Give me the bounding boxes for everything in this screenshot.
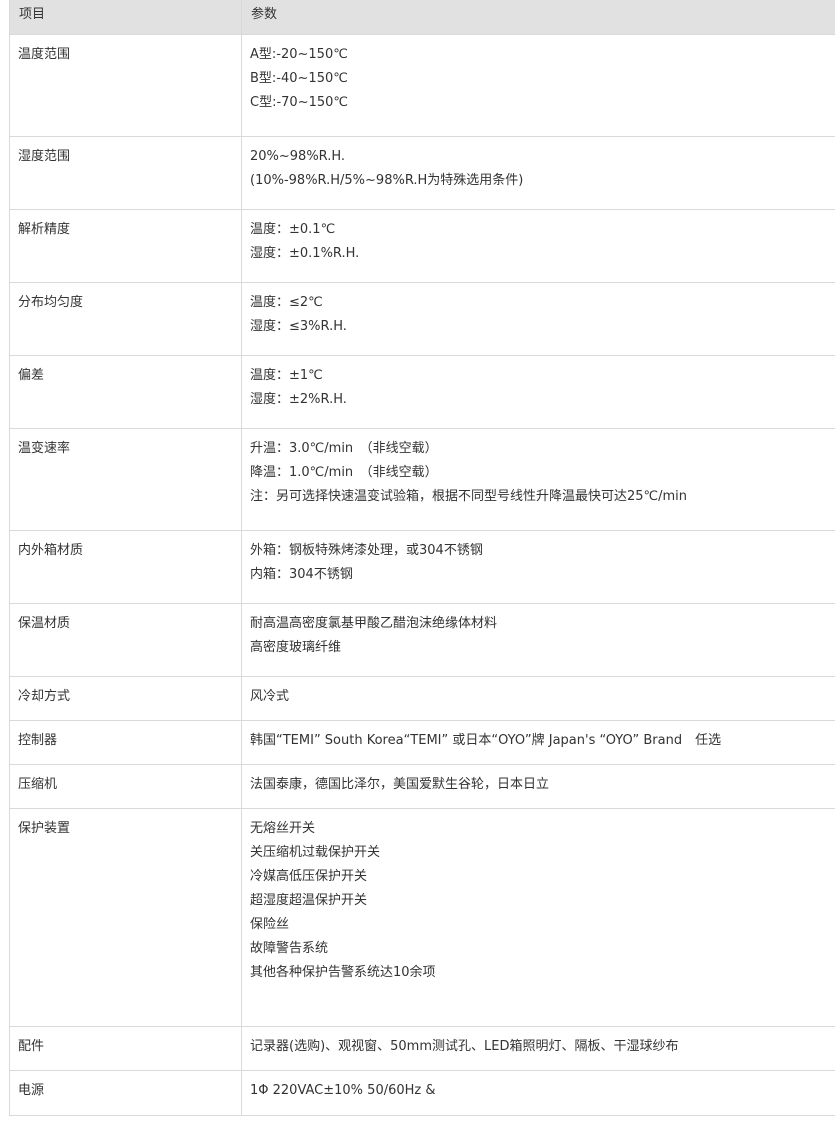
spec-table: 项目 参数 温度范围 A型:-20~150℃ B型:-40~150℃ C型:-70~1… <box>9 0 835 1116</box>
param-line: 注：另可选择快速温变试验箱，根据不同型号线性升降温最快可达25℃/min <box>250 488 688 504</box>
param-line: 法国泰康，德国比泽尔，美国爱默生谷轮，日本日立 <box>250 776 550 792</box>
table-row: 解析精度 温度：±0.1℃ 湿度：±0.1%R.H. <box>9 208 835 282</box>
table-row: 偏差 温度：±1℃ 湿度：±2%R.H. <box>9 354 835 428</box>
row-param-cell: 升温：3.0℃/min （非线空载） 降温：1.0℃/min （非线空载） 注：另可… <box>241 427 835 530</box>
table-row: 配件 记录器(选购)、观视窗、50mm测试孔、LED箱照明灯、隔板、干湿球纱布 <box>9 1025 835 1070</box>
table-row: 电源 1Φ 220VAC±10% 50/60Hz & <box>9 1069 835 1116</box>
param-line: (10%-98%R.H/5%~98%R.H为特殊选用条件) <box>250 172 524 188</box>
param-line: C型:-70~150℃ <box>250 94 348 110</box>
table-row: 冷却方式 风冷式 <box>9 675 835 720</box>
row-param-cell: 无熔丝开关 关压缩机过载保护开关 冷媒高低压保护开关 超湿度超温保护开关 保险丝 故障警告… <box>241 807 835 1026</box>
row-item-label: 压缩机 <box>9 763 242 808</box>
header-param: 参数 <box>241 0 835 34</box>
row-item-label: 电源 <box>9 1069 242 1116</box>
row-item-label: 温度范围 <box>9 33 242 136</box>
table-row: 控制器 韩国“TEMI” South Korea“TEMI” 或日本“OYO”牌 … <box>9 719 835 764</box>
row-item-label: 内外箱材质 <box>9 529 242 603</box>
row-param-cell: 温度：±0.1℃ 湿度：±0.1%R.H. <box>241 208 835 282</box>
row-param-cell: 风冷式 <box>241 675 835 720</box>
header-item: 项目 <box>9 0 242 34</box>
row-item-label: 控制器 <box>9 719 242 764</box>
table-row: 保护装置 无熔丝开关 关压缩机过载保护开关 冷媒高低压保护开关 超湿度超温保护开关 保险丝… <box>9 807 835 1026</box>
row-item-label: 保温材质 <box>9 602 242 676</box>
param-line: 湿度：±0.1%R.H. <box>250 245 360 261</box>
param-line: 韩国“TEMI” South Korea“TEMI” 或日本“OYO”牌 Jap… <box>250 732 722 748</box>
row-item-label: 温变速率 <box>9 427 242 530</box>
table-row: 湿度范围 20%~98%R.H. (10%-98%R.H/5%~98%R.H为特殊选… <box>9 135 835 209</box>
row-param-cell: 温度：±1℃ 湿度：±2%R.H. <box>241 354 835 428</box>
row-param-cell: 20%~98%R.H. (10%-98%R.H/5%~98%R.H为特殊选用条件) <box>241 135 835 209</box>
row-param-cell: 耐高温高密度氯基甲酸乙醋泡沫绝缘体材料 高密度玻璃纤维 <box>241 602 835 676</box>
param-line: 高密度玻璃纤维 <box>250 639 342 655</box>
row-param-cell: A型:-20~150℃ B型:-40~150℃ C型:-70~150℃ <box>241 33 835 136</box>
param-line: 湿度：±2%R.H. <box>250 391 347 407</box>
table-row: 压缩机 法国泰康，德国比泽尔，美国爱默生谷轮，日本日立 <box>9 763 835 808</box>
row-param-cell: 韩国“TEMI” South Korea“TEMI” 或日本“OYO”牌 Jap… <box>241 719 835 764</box>
param-line: 1Φ 220VAC±10% 50/60Hz & <box>250 1082 436 1098</box>
row-item-label: 保护装置 <box>9 807 242 1026</box>
param-line: 风冷式 <box>250 688 290 704</box>
row-item-label: 冷却方式 <box>9 675 242 720</box>
row-param-cell: 法国泰康，德国比泽尔，美国爱默生谷轮，日本日立 <box>241 763 835 808</box>
table-row: 温变速率 升温：3.0℃/min （非线空载） 降温：1.0℃/min （非线空载）… <box>9 427 835 530</box>
row-item-label: 湿度范围 <box>9 135 242 209</box>
row-item-label: 配件 <box>9 1025 242 1070</box>
param-line: 湿度：≤3%R.H. <box>250 318 347 334</box>
table-row: 内外箱材质 外箱：钢板特殊烤漆处理，或304不锈钢 内箱：304不锈钢 <box>9 529 835 603</box>
param-line: 内箱：304不锈钢 <box>250 566 353 582</box>
row-param-cell: 记录器(选购)、观视窗、50mm测试孔、LED箱照明灯、隔板、干湿球纱布 <box>241 1025 835 1070</box>
param-line: 其他各种保护告警系统达10余项 <box>250 964 436 980</box>
row-param-cell: 外箱：钢板特殊烤漆处理，或304不锈钢 内箱：304不锈钢 <box>241 529 835 603</box>
row-param-cell: 1Φ 220VAC±10% 50/60Hz & <box>241 1069 835 1116</box>
row-item-label: 解析精度 <box>9 208 242 282</box>
row-item-label: 分布均匀度 <box>9 281 242 355</box>
table-header-row: 项目 参数 <box>9 0 835 34</box>
spec-body: 温度范围 A型:-20~150℃ B型:-40~150℃ C型:-70~150℃ 湿度范… <box>9 33 835 1116</box>
table-row: 温度范围 A型:-20~150℃ B型:-40~150℃ C型:-70~150℃ <box>9 33 835 136</box>
param-line: 记录器(选购)、观视窗、50mm测试孔、LED箱照明灯、隔板、干湿球纱布 <box>250 1038 679 1054</box>
table-row: 分布均匀度 温度：≤2℃ 湿度：≤3%R.H. <box>9 281 835 355</box>
table-row: 保温材质 耐高温高密度氯基甲酸乙醋泡沫绝缘体材料 高密度玻璃纤维 <box>9 602 835 676</box>
row-param-cell: 温度：≤2℃ 湿度：≤3%R.H. <box>241 281 835 355</box>
row-item-label: 偏差 <box>9 354 242 428</box>
